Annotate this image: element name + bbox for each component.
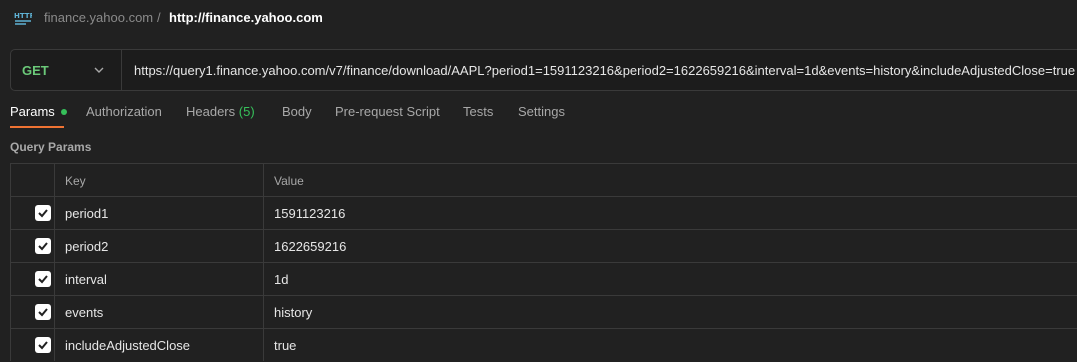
tab-pre-request-script[interactable]: Pre-request Script [335,104,440,119]
method-select[interactable]: GET [11,50,122,90]
param-value: 1591123216 [274,206,346,221]
row-checkbox[interactable] [35,337,51,353]
key-cell[interactable]: interval [55,263,264,295]
param-key: period1 [65,206,109,221]
key-cell[interactable]: period2 [55,230,264,262]
checkmark-icon [38,242,48,251]
header-value-cell: Value [264,164,1077,196]
check-cell [10,329,55,361]
tab-params[interactable]: Params [10,104,67,119]
param-key: includeAdjustedClose [65,338,191,353]
chevron-down-icon [94,67,104,73]
active-dot-icon [60,108,67,115]
param-key: period2 [65,239,109,254]
table-row: events history [10,295,1077,328]
tab-settings-label: Settings [518,104,565,119]
table-row: period1 1591123216 [10,196,1077,229]
table-row: includeAdjustedClose true [10,328,1077,361]
value-cell[interactable]: 1591123216 [264,197,1077,229]
check-cell [10,197,55,229]
tab-headers-label: Headers [186,104,236,119]
breadcrumb-parent[interactable]: finance.yahoo.com [44,10,153,25]
check-cell [10,263,55,295]
active-tab-indicator [10,126,64,128]
breadcrumb: HTTP finance.yahoo.com / http://finance.… [0,0,1077,36]
checkmark-icon [38,275,48,284]
tab-pre-request-script-label: Pre-request Script [335,104,440,119]
value-cell[interactable]: 1622659216 [264,230,1077,262]
tab-tests-label: Tests [463,104,494,119]
column-header-value: Value [274,174,304,188]
row-checkbox[interactable] [35,271,51,287]
header-check-cell [10,164,55,196]
tab-authorization[interactable]: Authorization [86,104,162,119]
value-cell[interactable]: history [264,296,1077,328]
tab-settings[interactable]: Settings [518,104,565,119]
table-row: period2 1622659216 [10,229,1077,262]
request-name[interactable]: http://finance.yahoo.com [169,10,323,25]
url-bar: GET https://query1.finance.yahoo.com/v7/… [10,49,1077,91]
tab-body[interactable]: Body [282,104,312,119]
row-checkbox[interactable] [35,304,51,320]
header-key-cell: Key [55,164,264,196]
breadcrumb-separator: / [157,10,161,25]
key-cell[interactable]: events [55,296,264,328]
param-value: history [274,305,313,320]
method-label: GET [22,63,49,78]
param-value: 1d [274,272,289,287]
tab-authorization-label: Authorization [86,104,162,119]
param-key: events [65,305,104,320]
row-checkbox[interactable] [35,205,51,221]
param-value: true [274,338,297,353]
http-icon: HTTP [14,12,32,25]
key-cell[interactable]: period1 [55,197,264,229]
tab-body-label: Body [282,104,312,119]
table-header-row: Key Value [10,163,1077,196]
query-params-title: Query Params [10,140,92,154]
check-cell [10,230,55,262]
row-checkbox[interactable] [35,238,51,254]
tab-headers-count: (5) [238,104,255,119]
param-key: interval [65,272,107,287]
value-cell[interactable]: true [264,329,1077,361]
svg-text:HTTP: HTTP [14,12,32,20]
tab-params-label: Params [10,104,55,119]
value-cell[interactable]: 1d [264,263,1077,295]
url-input[interactable]: https://query1.finance.yahoo.com/v7/fina… [134,63,1075,78]
tab-headers[interactable]: Headers (5) [186,104,255,119]
column-header-key: Key [65,174,86,188]
table-row: interval 1d [10,262,1077,295]
tab-tests[interactable]: Tests [463,104,493,119]
checkmark-icon [38,308,48,317]
check-cell [10,296,55,328]
key-cell[interactable]: includeAdjustedClose [55,329,264,361]
param-value: 1622659216 [274,239,347,254]
checkmark-icon [38,341,48,350]
checkmark-icon [38,209,48,218]
